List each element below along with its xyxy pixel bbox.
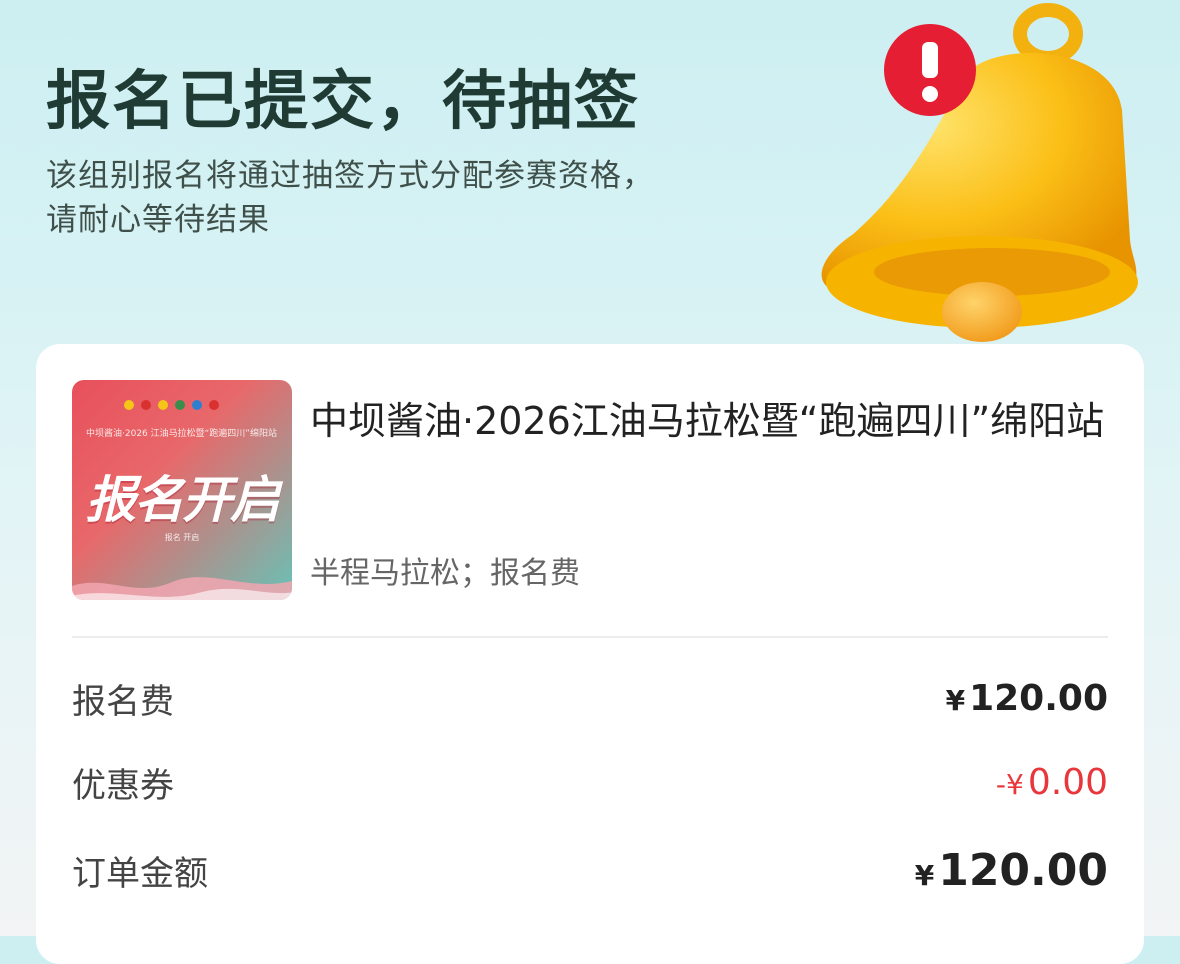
page-title: 报名已提交，待抽签 xyxy=(46,65,640,139)
fee-row-registration: 报名费 ¥120.00 xyxy=(72,668,1108,728)
coupon-label: 优惠券 xyxy=(72,765,174,806)
event-poster-image: 中坝酱油·2026 江油马拉松暨“跑遍四川”绵阳站 报名开启 报名 开启 xyxy=(72,380,292,600)
poster-wave-decoration xyxy=(72,577,292,600)
fee-label: 报名费 xyxy=(72,681,174,722)
status-description: 该组别报名将通过抽签方式分配参赛资格， 请耐心等待结果 xyxy=(46,158,654,238)
coupon-value: -¥ 0.00 xyxy=(995,761,1108,803)
bell-notification-icon xyxy=(821,3,1138,342)
fee-value: ¥120.00 xyxy=(945,677,1108,719)
registration-card: 中坝酱油·2026 江油马拉松暨“跑遍四川”绵阳站 报名开启 报名 开启 中坝酱… xyxy=(36,344,1144,964)
fee-row-total: 订单金额 ¥120.00 xyxy=(72,840,1108,900)
event-name: 中坝酱油·2026江油马拉松暨“跑遍四川”绵阳站 xyxy=(310,399,1105,443)
total-label: 订单金额 xyxy=(72,853,208,894)
fee-row-coupon[interactable]: 优惠券 -¥ 0.00 xyxy=(72,752,1108,812)
status-header: 报名已提交，待抽签 该组别报名将通过抽签方式分配参赛资格， 请耐心等待结果 xyxy=(46,60,806,242)
divider xyxy=(72,636,1108,638)
poster-subtitle: 中坝酱油·2026 江油马拉松暨“跑遍四川”绵阳站 xyxy=(86,429,277,439)
poster-title: 报名开启 xyxy=(86,470,280,529)
event-category: 半程马拉松；报名费 xyxy=(310,556,580,591)
sponsor-logos xyxy=(124,400,219,410)
poster-footer: 报名 开启 xyxy=(164,533,200,542)
event-summary[interactable]: 中坝酱油·2026 江油马拉松暨“跑遍四川”绵阳站 报名开启 报名 开启 中坝酱… xyxy=(72,380,1108,600)
total-value: ¥120.00 xyxy=(914,844,1108,896)
